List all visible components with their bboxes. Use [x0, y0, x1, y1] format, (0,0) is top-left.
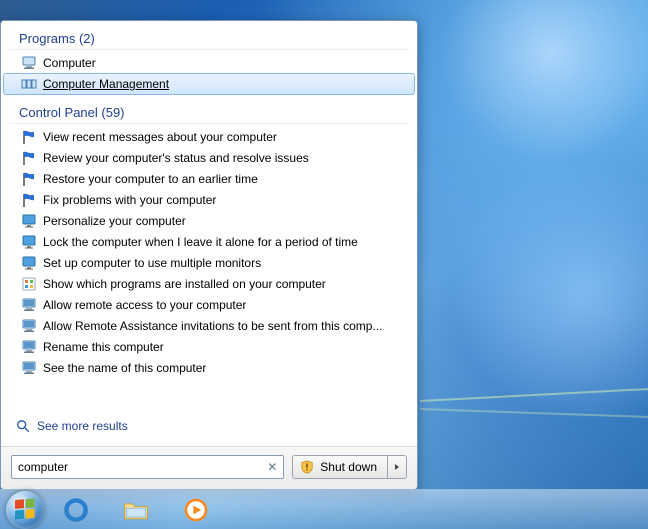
control-panel-item-label: Allow remote access to your computer [43, 298, 246, 312]
shutdown-options-button[interactable] [387, 455, 407, 479]
programs-header: Programs (2) [9, 27, 409, 50]
monitor-icon [21, 234, 37, 250]
programs-item-label: Computer [43, 56, 96, 70]
monitor-icon [21, 255, 37, 271]
sys-icon [21, 318, 37, 334]
control-panel-item[interactable]: See the name of this computer [3, 357, 415, 378]
flag-icon [21, 150, 37, 166]
flag-icon [21, 192, 37, 208]
search-results: Programs (2) Computer Computer Management… [1, 21, 417, 406]
sys-icon [21, 339, 37, 355]
start-menu: Programs (2) Computer Computer Management… [0, 20, 418, 490]
sys-icon [21, 297, 37, 313]
control-panel-item[interactable]: Restore your computer to an earlier time [3, 168, 415, 189]
taskbar-media-player[interactable] [168, 493, 224, 527]
control-panel-item[interactable]: Fix problems with your computer [3, 189, 415, 210]
monitor-icon [21, 213, 37, 229]
taskbar-ie[interactable] [48, 493, 104, 527]
control-panel-header: Control Panel (59) [9, 101, 409, 124]
shutdown-button[interactable]: Shut down [292, 455, 387, 479]
control-panel-item-label: Restore your computer to an earlier time [43, 172, 258, 186]
control-panel-item[interactable]: Personalize your computer [3, 210, 415, 231]
control-panel-item-label: View recent messages about your computer [43, 130, 277, 144]
programs-item[interactable]: Computer Management [3, 73, 415, 95]
flag-icon [21, 129, 37, 145]
search-icon [15, 418, 31, 434]
clear-search-button[interactable]: ✕ [264, 459, 280, 475]
control-panel-item[interactable]: Lock the computer when I leave it alone … [3, 231, 415, 252]
shutdown-label: Shut down [320, 460, 377, 474]
control-panel-item-label: Set up computer to use multiple monitors [43, 256, 261, 270]
control-panel-item[interactable]: Set up computer to use multiple monitors [3, 252, 415, 273]
flag-icon [21, 171, 37, 187]
programs-item-label: Computer Management [43, 77, 169, 91]
taskbar [0, 489, 648, 529]
control-panel-item-label: Personalize your computer [43, 214, 186, 228]
control-panel-item[interactable]: Allow Remote Assistance invitations to b… [3, 315, 415, 336]
start-menu-footer: ✕ Shut down [1, 446, 417, 489]
control-panel-item-label: Fix problems with your computer [43, 193, 216, 207]
taskbar-explorer[interactable] [108, 493, 164, 527]
sys-icon [21, 360, 37, 376]
programs-icon [21, 276, 37, 292]
control-panel-item-label: Review your computer's status and resolv… [43, 151, 309, 165]
search-field-wrap: ✕ [11, 455, 284, 479]
shutdown-group: Shut down [292, 455, 407, 479]
search-input[interactable] [11, 455, 284, 479]
shield-warning-icon [299, 459, 315, 475]
control-panel-item[interactable]: Show which programs are installed on you… [3, 273, 415, 294]
see-more-results[interactable]: See more results [1, 406, 417, 446]
control-panel-item[interactable]: View recent messages about your computer [3, 126, 415, 147]
control-panel-item[interactable]: Rename this computer [3, 336, 415, 357]
control-panel-item[interactable]: Review your computer's status and resolv… [3, 147, 415, 168]
control-panel-item-label: See the name of this computer [43, 361, 206, 375]
control-panel-item-label: Allow Remote Assistance invitations to b… [43, 319, 382, 333]
see-more-label: See more results [37, 419, 128, 433]
computer-icon [21, 55, 37, 71]
mgmt-icon [21, 76, 37, 92]
control-panel-item-label: Rename this computer [43, 340, 164, 354]
control-panel-item[interactable]: Allow remote access to your computer [3, 294, 415, 315]
start-button[interactable] [6, 491, 44, 529]
control-panel-item-label: Lock the computer when I leave it alone … [43, 235, 358, 249]
programs-item[interactable]: Computer [3, 52, 415, 73]
control-panel-item-label: Show which programs are installed on you… [43, 277, 326, 291]
